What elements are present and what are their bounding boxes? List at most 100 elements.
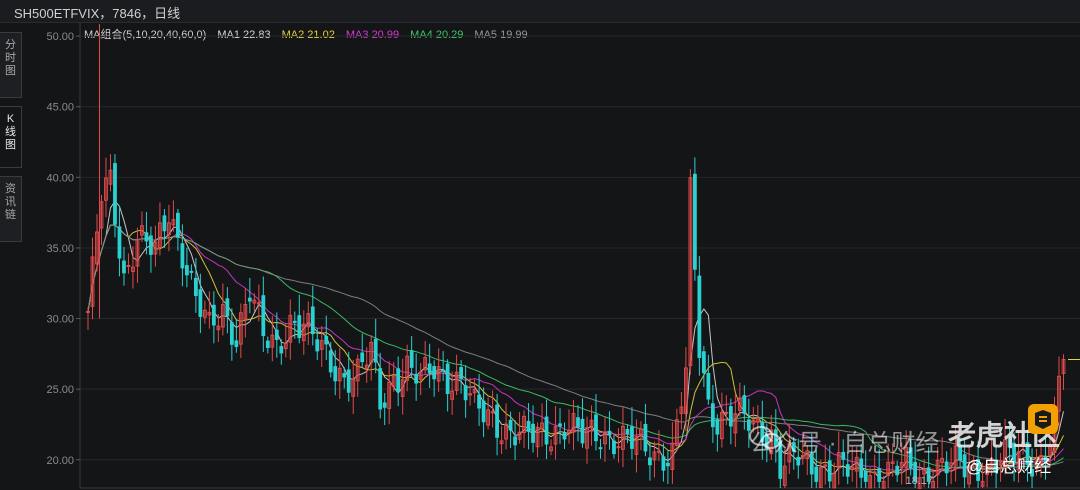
candle-body	[513, 436, 517, 446]
tab-kline-char-1: K	[6, 113, 15, 125]
candle-body	[872, 471, 877, 474]
candle-body	[234, 340, 239, 347]
candle-body	[827, 460, 832, 482]
candle-body	[427, 363, 432, 374]
watermark-handle: @自总财经	[966, 457, 1052, 476]
candle-body	[274, 329, 279, 340]
candle-body	[324, 335, 329, 345]
tab-intraday-char-3: 图	[5, 65, 16, 77]
tab-intraday-char-1: 分	[5, 39, 16, 51]
candle-body	[944, 461, 949, 474]
candle-body	[697, 275, 702, 358]
candle-body	[877, 468, 882, 482]
candle-body	[616, 446, 621, 449]
y-axis: 50.00 45.00 40.00 35.00 30.00 25.00 20.00	[46, 22, 1080, 489]
candle-body	[692, 173, 697, 270]
candle-body	[715, 419, 720, 435]
candle-body	[558, 423, 562, 427]
candle-body	[414, 373, 419, 384]
wechat-icon	[749, 426, 781, 449]
kline-chart[interactable]: 50.00 45.00 40.00 35.00 30.00 25.00 20.00 50.8…	[24, 22, 1080, 490]
candle-body	[607, 430, 612, 436]
candle-body	[261, 295, 266, 337]
candle-body	[373, 338, 378, 363]
candle-body	[162, 215, 167, 232]
candle-body	[657, 450, 661, 453]
candle-body	[477, 394, 481, 409]
candle-body	[463, 385, 468, 401]
max-value-label: 50.86	[95, 22, 123, 23]
candle-body	[526, 420, 531, 432]
candle-body	[612, 440, 616, 455]
candle-body	[859, 458, 864, 478]
candle-body	[225, 298, 230, 317]
candle-body	[382, 402, 387, 408]
candle-body	[531, 423, 535, 443]
candle-body	[185, 265, 189, 276]
candle-body	[198, 289, 203, 317]
y-tick-label: 40.00	[46, 172, 74, 184]
tab-kline[interactable]: K 线 图	[0, 106, 22, 168]
y-tick-label: 50.00	[46, 31, 74, 43]
candle-body	[648, 457, 652, 466]
extreme-markers: 50.86 18.17	[95, 22, 1080, 487]
candle-body	[211, 304, 216, 326]
candle-body	[742, 395, 747, 414]
candle-body	[297, 315, 302, 339]
candle-body	[845, 464, 850, 477]
candle-body	[701, 351, 706, 374]
candle-body	[630, 426, 634, 449]
candle-body	[814, 466, 819, 482]
y-tick-label: 30.00	[46, 314, 74, 326]
candle-body	[229, 322, 234, 345]
candle-body	[149, 235, 153, 255]
tab-intraday[interactable]: 分 时 图	[0, 32, 22, 98]
tab-news-char-3: 链	[5, 209, 16, 221]
candle-body	[441, 369, 446, 372]
candle-body	[144, 232, 149, 242]
candle-body	[86, 310, 90, 313]
candle-body	[396, 368, 401, 392]
candle-body	[189, 270, 194, 273]
candle-body	[180, 243, 185, 269]
candle-body	[292, 320, 297, 323]
candle-body	[176, 212, 180, 238]
candle-body	[643, 423, 648, 452]
candle-body	[409, 350, 414, 368]
candle-body	[481, 400, 486, 423]
candle-body	[113, 163, 117, 225]
candle-body	[508, 419, 513, 431]
candle-body	[346, 369, 351, 393]
y-tick-label: 35.00	[46, 243, 74, 255]
symbol-title: SH500ETFVIX，7846，日线	[14, 6, 181, 21]
candle-body	[490, 411, 495, 414]
candle-body	[333, 366, 338, 382]
candle-body	[598, 447, 603, 450]
candle-body	[265, 340, 270, 348]
candle-body	[661, 456, 666, 471]
tab-kline-char-3: 图	[5, 139, 16, 151]
candle-body	[728, 406, 733, 427]
y-tick-label: 45.00	[46, 102, 74, 114]
y-tick-label: 20.00	[46, 455, 74, 467]
candle-body	[279, 345, 284, 354]
candle-body	[724, 411, 729, 414]
candle-body	[796, 456, 801, 466]
y-tick-label: 25.00	[46, 384, 74, 396]
candle-body	[710, 403, 715, 428]
candle-body	[122, 260, 126, 274]
candle-body	[126, 264, 131, 267]
candle-body	[342, 373, 347, 378]
candle-body	[666, 462, 670, 467]
tab-news-chain[interactable]: 资 讯 链	[0, 176, 22, 242]
candle-body	[193, 277, 198, 297]
candle-body	[895, 465, 900, 476]
grid	[80, 35, 1080, 461]
candle-body	[544, 416, 549, 445]
candle-body	[360, 352, 365, 363]
candle-body	[594, 414, 598, 442]
candle-body	[117, 226, 122, 259]
candle-body	[315, 339, 320, 352]
candle-body	[863, 470, 868, 482]
candle-body	[247, 297, 252, 302]
